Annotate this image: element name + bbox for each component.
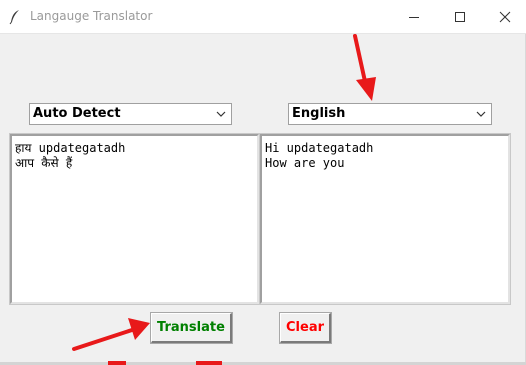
clear-button[interactable]: Clear xyxy=(279,312,332,344)
target-language-value: English xyxy=(292,106,346,121)
source-text-line: हाय updategatadh xyxy=(15,141,126,155)
source-text-area[interactable]: हाय updategatadh आप कैसे हैं xyxy=(9,133,260,305)
target-language-select[interactable]: English xyxy=(288,103,492,125)
translate-button[interactable]: Translate xyxy=(150,312,233,344)
source-language-select[interactable]: Auto Detect xyxy=(29,103,232,125)
app-window: Langauge Translator Auto Detect English xyxy=(0,0,526,365)
source-language-value: Auto Detect xyxy=(33,106,121,121)
source-text-line: आप कैसे हैं xyxy=(15,156,73,170)
translated-text-line: How are you xyxy=(265,156,345,170)
annotation-arrow-right xyxy=(72,318,150,351)
title-bar[interactable]: Langauge Translator xyxy=(0,0,526,34)
close-button[interactable] xyxy=(482,0,526,33)
translate-button-label: Translate xyxy=(157,320,225,335)
close-icon xyxy=(499,11,511,22)
maximize-button[interactable] xyxy=(437,0,483,33)
minimize-button[interactable] xyxy=(391,0,437,33)
annotation-arrow-down xyxy=(353,34,376,101)
feather-icon xyxy=(9,10,19,25)
translated-text-line: Hi updategatadh xyxy=(265,141,374,155)
maximize-icon xyxy=(455,11,465,22)
clear-button-label: Clear xyxy=(286,320,324,335)
chevron-down-icon xyxy=(216,111,226,117)
window-title: Langauge Translator xyxy=(30,9,153,23)
minimize-icon xyxy=(409,16,419,18)
translated-text-area[interactable]: Hi updategatadh How are you xyxy=(259,133,511,305)
chevron-down-icon xyxy=(476,111,486,117)
